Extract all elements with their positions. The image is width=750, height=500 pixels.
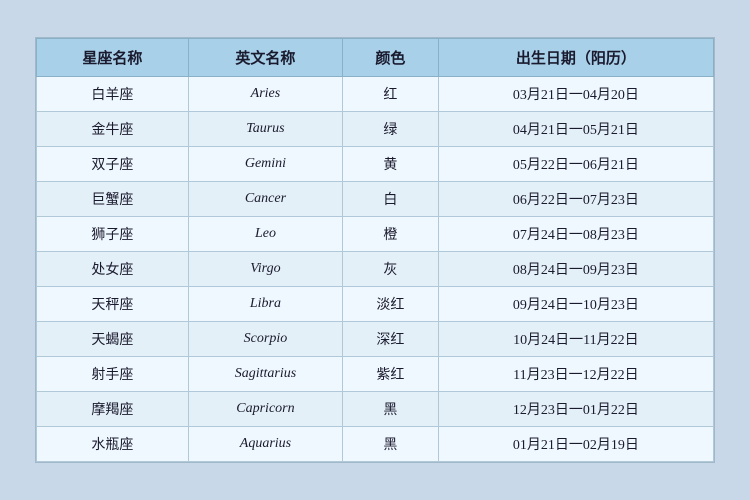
cell-zh: 天蝎座	[37, 322, 189, 357]
cell-color: 红	[343, 77, 439, 112]
cell-color: 灰	[343, 252, 439, 287]
cell-en: Virgo	[188, 252, 342, 287]
table-row: 巨蟹座Cancer白06月22日一07月23日	[37, 182, 714, 217]
cell-dates: 04月21日一05月21日	[438, 112, 713, 147]
cell-en: Libra	[188, 287, 342, 322]
col-header-color: 颜色	[343, 39, 439, 77]
table-row: 处女座Virgo灰08月24日一09月23日	[37, 252, 714, 287]
cell-zh: 白羊座	[37, 77, 189, 112]
cell-zh: 双子座	[37, 147, 189, 182]
cell-color: 淡红	[343, 287, 439, 322]
col-header-dates: 出生日期（阳历）	[438, 39, 713, 77]
table-row: 金牛座Taurus绿04月21日一05月21日	[37, 112, 714, 147]
table-row: 双子座Gemini黄05月22日一06月21日	[37, 147, 714, 182]
cell-dates: 03月21日一04月20日	[438, 77, 713, 112]
cell-zh: 巨蟹座	[37, 182, 189, 217]
zodiac-table-container: 星座名称 英文名称 颜色 出生日期（阳历） 白羊座Aries红03月21日一04…	[35, 37, 715, 463]
cell-zh: 狮子座	[37, 217, 189, 252]
table-row: 摩羯座Capricorn黑12月23日一01月22日	[37, 392, 714, 427]
table-row: 狮子座Leo橙07月24日一08月23日	[37, 217, 714, 252]
cell-zh: 摩羯座	[37, 392, 189, 427]
cell-color: 绿	[343, 112, 439, 147]
col-header-en: 英文名称	[188, 39, 342, 77]
cell-en: Leo	[188, 217, 342, 252]
zodiac-table: 星座名称 英文名称 颜色 出生日期（阳历） 白羊座Aries红03月21日一04…	[36, 38, 714, 462]
table-row: 天蝎座Scorpio深红10月24日一11月22日	[37, 322, 714, 357]
cell-en: Taurus	[188, 112, 342, 147]
cell-dates: 08月24日一09月23日	[438, 252, 713, 287]
table-header-row: 星座名称 英文名称 颜色 出生日期（阳历）	[37, 39, 714, 77]
table-row: 水瓶座Aquarius黑01月21日一02月19日	[37, 427, 714, 462]
cell-en: Aquarius	[188, 427, 342, 462]
cell-zh: 天秤座	[37, 287, 189, 322]
cell-en: Gemini	[188, 147, 342, 182]
cell-dates: 07月24日一08月23日	[438, 217, 713, 252]
cell-dates: 01月21日一02月19日	[438, 427, 713, 462]
cell-dates: 06月22日一07月23日	[438, 182, 713, 217]
cell-dates: 11月23日一12月22日	[438, 357, 713, 392]
cell-color: 黑	[343, 392, 439, 427]
cell-dates: 05月22日一06月21日	[438, 147, 713, 182]
table-body: 白羊座Aries红03月21日一04月20日金牛座Taurus绿04月21日一0…	[37, 77, 714, 462]
cell-zh: 金牛座	[37, 112, 189, 147]
cell-zh: 射手座	[37, 357, 189, 392]
table-row: 天秤座Libra淡红09月24日一10月23日	[37, 287, 714, 322]
table-row: 射手座Sagittarius紫红11月23日一12月22日	[37, 357, 714, 392]
cell-en: Capricorn	[188, 392, 342, 427]
cell-en: Sagittarius	[188, 357, 342, 392]
cell-dates: 10月24日一11月22日	[438, 322, 713, 357]
cell-color: 白	[343, 182, 439, 217]
cell-en: Scorpio	[188, 322, 342, 357]
cell-dates: 12月23日一01月22日	[438, 392, 713, 427]
table-row: 白羊座Aries红03月21日一04月20日	[37, 77, 714, 112]
cell-en: Aries	[188, 77, 342, 112]
cell-color: 深红	[343, 322, 439, 357]
cell-zh: 处女座	[37, 252, 189, 287]
cell-en: Cancer	[188, 182, 342, 217]
col-header-zh: 星座名称	[37, 39, 189, 77]
cell-color: 紫红	[343, 357, 439, 392]
cell-color: 黄	[343, 147, 439, 182]
cell-zh: 水瓶座	[37, 427, 189, 462]
cell-color: 橙	[343, 217, 439, 252]
cell-color: 黑	[343, 427, 439, 462]
cell-dates: 09月24日一10月23日	[438, 287, 713, 322]
